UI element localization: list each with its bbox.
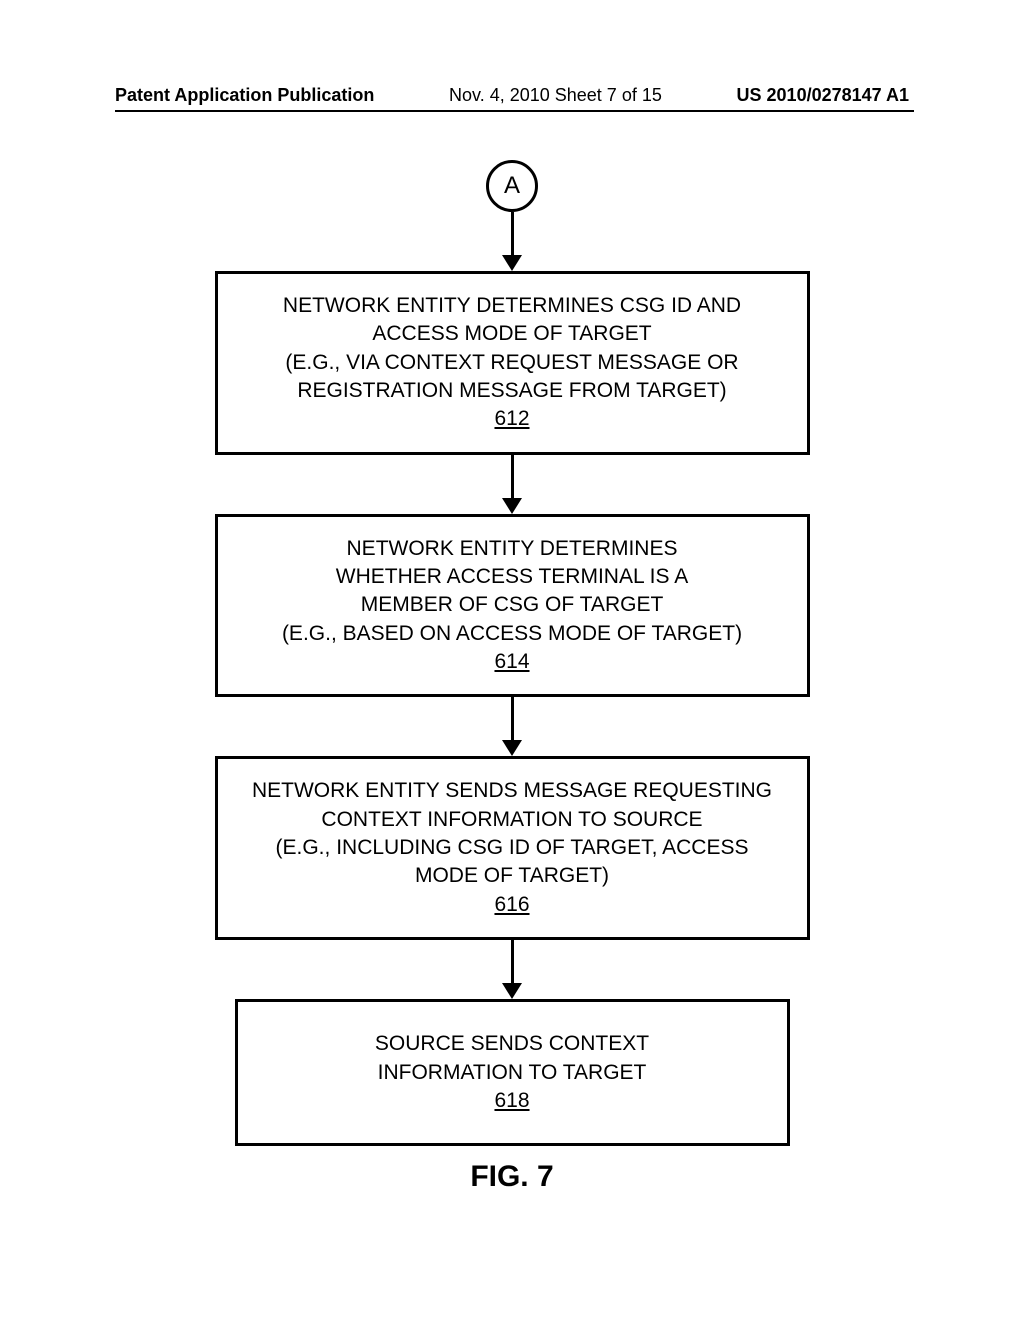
step-line: (E.G., INCLUDING CSG ID OF TARGET, ACCES… — [243, 834, 782, 862]
step-number: 612 — [243, 405, 782, 433]
step-612: NETWORK ENTITY DETERMINES CSG ID AND ACC… — [215, 271, 810, 455]
step-line: ACCESS MODE OF TARGET — [243, 320, 782, 348]
header-divider — [115, 110, 914, 112]
step-614: NETWORK ENTITY DETERMINES WHETHER ACCESS… — [215, 514, 810, 698]
header-doc-number: US 2010/0278147 A1 — [737, 85, 909, 106]
step-line: NETWORK ENTITY SENDS MESSAGE REQUESTING — [243, 777, 782, 805]
flowchart: A NETWORK ENTITY DETERMINES CSG ID AND A… — [0, 160, 1024, 1146]
step-line: (E.G., VIA CONTEXT REQUEST MESSAGE OR — [243, 349, 782, 377]
step-line: NETWORK ENTITY DETERMINES — [243, 535, 782, 563]
arrow-down-icon — [502, 697, 522, 756]
header-sheet-info: Nov. 4, 2010 Sheet 7 of 15 — [449, 85, 662, 106]
step-number: 616 — [243, 891, 782, 919]
step-line: MEMBER OF CSG OF TARGET — [243, 591, 782, 619]
connector-label: A — [504, 172, 520, 200]
page-header: Patent Application Publication Nov. 4, 2… — [0, 85, 1024, 106]
connector-a: A — [486, 160, 538, 212]
step-line: INFORMATION TO TARGET — [263, 1059, 762, 1087]
step-line: NETWORK ENTITY DETERMINES CSG ID AND — [243, 292, 782, 320]
step-616: NETWORK ENTITY SENDS MESSAGE REQUESTING … — [215, 756, 810, 940]
header-publication: Patent Application Publication — [115, 85, 374, 106]
arrow-down-icon — [502, 455, 522, 514]
figure-label: FIG. 7 — [0, 1160, 1024, 1194]
step-number: 614 — [243, 648, 782, 676]
step-line: WHETHER ACCESS TERMINAL IS A — [243, 563, 782, 591]
arrow-down-icon — [502, 940, 522, 999]
step-line: SOURCE SENDS CONTEXT — [263, 1030, 762, 1058]
step-number: 618 — [263, 1087, 762, 1115]
arrow-down-icon — [502, 212, 522, 271]
step-line: CONTEXT INFORMATION TO SOURCE — [243, 806, 782, 834]
step-line: REGISTRATION MESSAGE FROM TARGET) — [243, 377, 782, 405]
step-line: MODE OF TARGET) — [243, 862, 782, 890]
step-618: SOURCE SENDS CONTEXT INFORMATION TO TARG… — [235, 999, 790, 1146]
step-line: (E.G., BASED ON ACCESS MODE OF TARGET) — [243, 620, 782, 648]
